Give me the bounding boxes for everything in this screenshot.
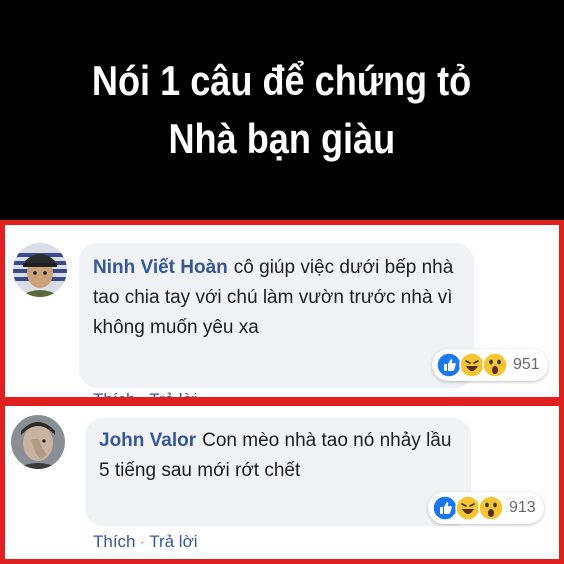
meme-header: Nói 1 câu để chứng tỏ Nhà bạn giàu — [0, 0, 564, 220]
wow-reaction-icon — [482, 352, 508, 378]
comment-actions: Thích · Trả lời — [93, 390, 198, 402]
comment-panel-1: Ninh Viết Hoàn cô giúp việc dưới bếp nhà … — [0, 220, 564, 402]
reply-link[interactable]: Trả lời — [149, 532, 197, 551]
header-line-1: Nói 1 câu để chứng tỏ — [92, 57, 472, 104]
reaction-summary[interactable]: 913 — [428, 492, 544, 524]
comment-panel-2: John Valor Con mèo nhà tao nó nhảy lầu 5 … — [0, 402, 564, 564]
avatar[interactable] — [11, 415, 65, 469]
reply-link[interactable]: Trả lời — [149, 390, 197, 397]
reaction-count: 951 — [513, 356, 540, 373]
reaction-summary[interactable]: 951 — [432, 349, 548, 381]
like-link[interactable]: Thích — [93, 390, 136, 397]
comment-bubble: John Valor Con mèo nhà tao nó nhảy lầu 5 … — [85, 418, 471, 526]
reaction-count: 913 — [509, 499, 536, 516]
separator-dot: · — [139, 532, 146, 551]
comment-bubble: Ninh Viết Hoàn cô giúp việc dưới bếp nhà … — [79, 243, 474, 388]
comment-author[interactable]: Ninh Viết Hoàn — [93, 257, 228, 278]
wow-reaction-icon — [478, 495, 504, 521]
comment-author[interactable]: John Valor — [99, 430, 196, 451]
avatar[interactable] — [13, 243, 67, 297]
separator-dot: · — [139, 390, 146, 402]
comment-actions: Thích · Trả lời — [93, 532, 198, 552]
like-link[interactable]: Thích — [93, 532, 136, 551]
header-line-2: Nhà bạn giàu — [168, 115, 396, 162]
